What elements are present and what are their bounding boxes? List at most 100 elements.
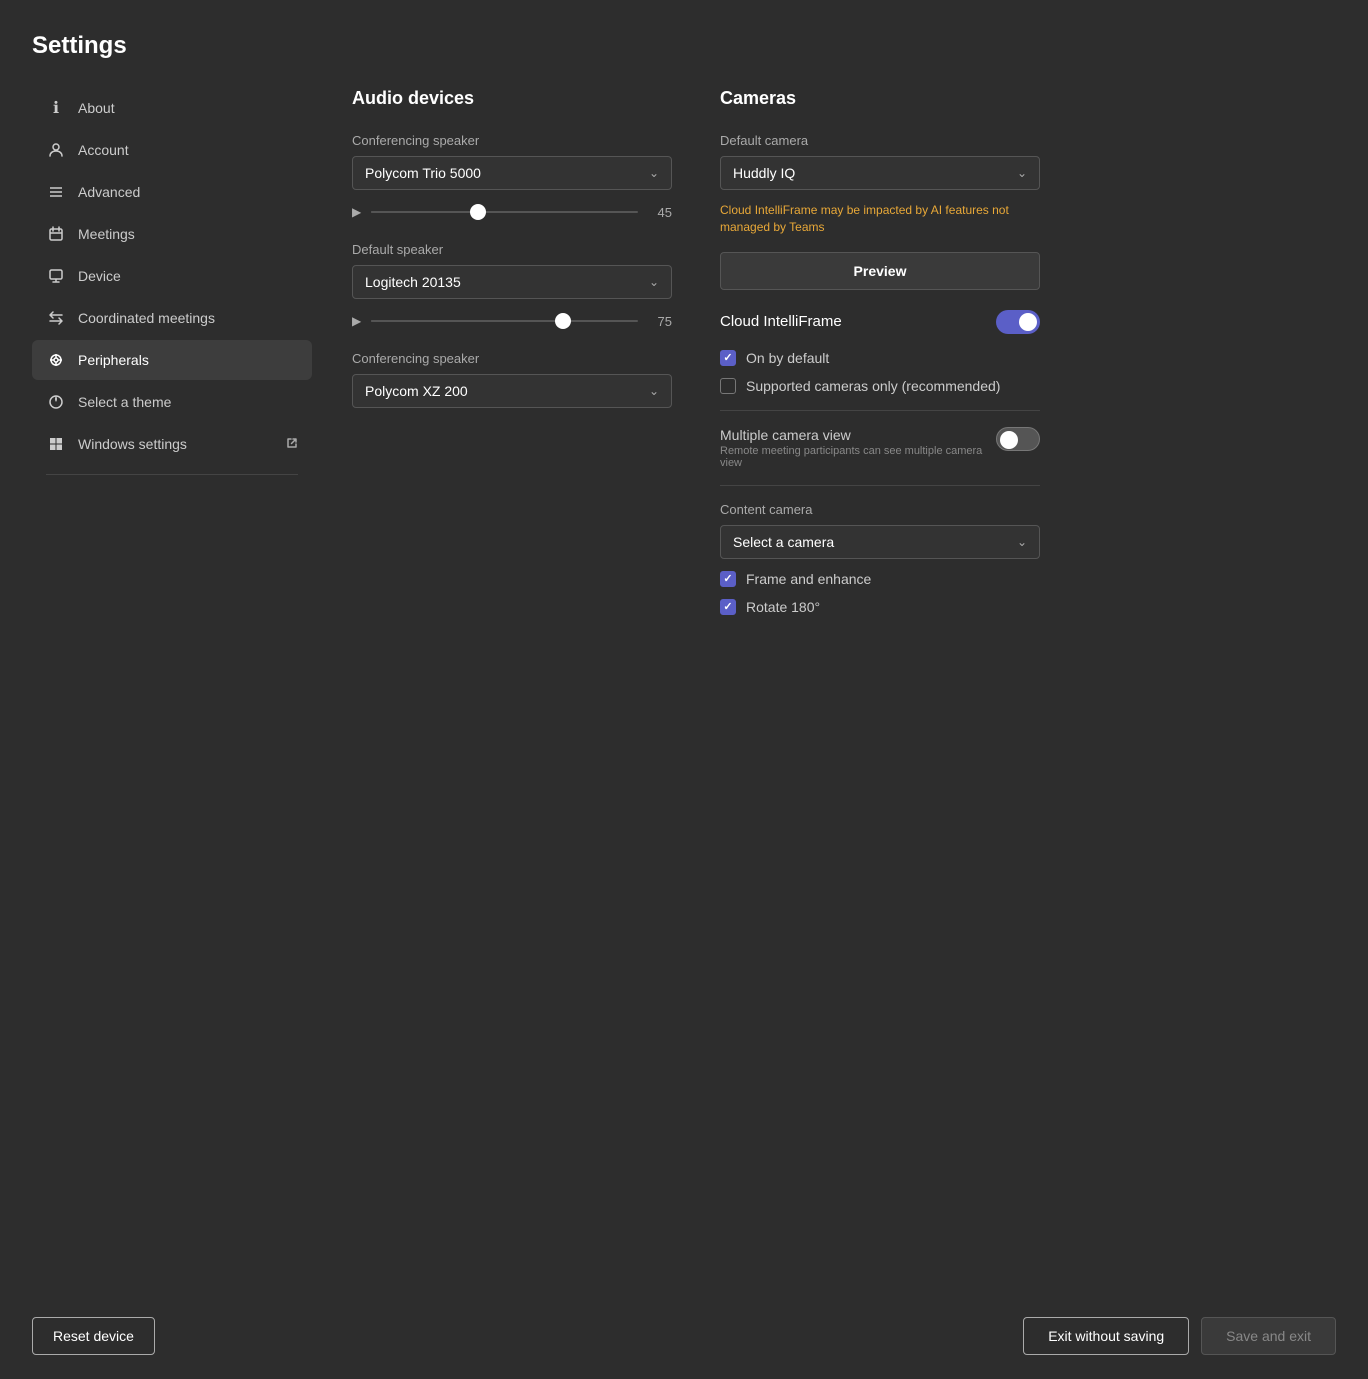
volume-slider-1[interactable]: [371, 202, 638, 222]
on-by-default-label: On by default: [746, 350, 829, 366]
select-camera-placeholder: Select a camera: [733, 534, 834, 550]
multiple-camera-title: Multiple camera view: [720, 427, 984, 443]
check-icon-1: ✓: [723, 351, 732, 364]
slider-fill-2: [371, 320, 563, 322]
volume-value-2: 75: [648, 314, 672, 329]
play-icon-1[interactable]: ▶: [352, 205, 361, 219]
volume-slider-2[interactable]: [371, 311, 638, 331]
multiple-camera-subtitle: Remote meeting participants can see mult…: [720, 445, 984, 469]
bottom-bar: Reset device Exit without saving Save an…: [0, 1293, 1368, 1379]
frame-enhance-checkbox[interactable]: ✓: [720, 571, 736, 587]
sidebar-item-coordinated-label: Coordinated meetings: [78, 310, 215, 326]
default-camera-label: Default camera: [720, 133, 1040, 148]
sidebar-item-peripherals[interactable]: Peripherals: [32, 340, 312, 380]
multiple-camera-toggle-thumb: [1000, 431, 1018, 449]
sidebar-item-coordinated[interactable]: Coordinated meetings: [32, 298, 312, 338]
content-spacer: [32, 960, 1336, 1293]
save-and-exit-button[interactable]: Save and exit: [1201, 1317, 1336, 1355]
sidebar-item-account-label: Account: [78, 142, 129, 158]
default-speaker-dropdown[interactable]: Logitech 20135 ⌄: [352, 265, 672, 299]
rotate-label: Rotate 180°: [746, 599, 820, 615]
peripherals-icon: [46, 350, 66, 370]
audio-section: Audio devices Conferencing speaker Polyc…: [352, 88, 672, 960]
volume-slider-1-row: ▶ 45: [352, 202, 672, 222]
sidebar-item-account[interactable]: Account: [32, 130, 312, 170]
check-icon-2: ✓: [723, 572, 732, 585]
rotate-row: ✓ Rotate 180°: [720, 599, 1040, 615]
multiple-camera-text: Multiple camera view Remote meeting part…: [720, 427, 984, 469]
sidebar-item-windows-label: Windows settings: [78, 436, 187, 452]
sidebar-item-about-label: About: [78, 100, 115, 116]
default-camera-value: Huddly IQ: [733, 165, 795, 181]
volume-value-1: 45: [648, 205, 672, 220]
info-icon: ℹ: [46, 98, 66, 118]
reset-device-button[interactable]: Reset device: [32, 1317, 155, 1355]
right-buttons: Exit without saving Save and exit: [1023, 1317, 1336, 1355]
sidebar-item-meetings-label: Meetings: [78, 226, 135, 242]
theme-icon: [46, 392, 66, 412]
meetings-icon: [46, 224, 66, 244]
intelliframe-toggle-row: Cloud IntelliFrame: [720, 310, 1040, 334]
main-content: ℹ About Account Advanced Meetings: [32, 88, 1336, 960]
sidebar-item-peripherals-label: Peripherals: [78, 352, 149, 368]
microphone-value: Polycom XZ 200: [365, 383, 468, 399]
dropdown-arrow-2: ⌄: [649, 275, 659, 289]
cameras-section-title: Cameras: [720, 88, 1040, 109]
exit-without-saving-button[interactable]: Exit without saving: [1023, 1317, 1189, 1355]
sidebar-divider: [46, 474, 298, 475]
dropdown-arrow-1: ⌄: [649, 166, 659, 180]
sidebar-item-theme-label: Select a theme: [78, 394, 171, 410]
sidebar-item-theme[interactable]: Select a theme: [32, 382, 312, 422]
camera-divider: [720, 410, 1040, 411]
camera-section: Cameras Default camera Huddly IQ ⌄ Cloud…: [720, 88, 1040, 960]
account-icon: [46, 140, 66, 160]
rotate-checkbox[interactable]: ✓: [720, 599, 736, 615]
slider-thumb-2[interactable]: [555, 313, 571, 329]
preview-button[interactable]: Preview: [720, 252, 1040, 290]
intelliframe-toggle[interactable]: [996, 310, 1040, 334]
frame-enhance-label: Frame and enhance: [746, 571, 871, 587]
external-link-icon: [286, 437, 298, 452]
content-camera-label: Content camera: [720, 502, 1040, 517]
slider-track-2: [371, 320, 638, 322]
volume-slider-2-row: ▶ 75: [352, 311, 672, 331]
conferencing-speaker-dropdown[interactable]: Polycom Trio 5000 ⌄: [352, 156, 672, 190]
dropdown-arrow-3: ⌄: [649, 384, 659, 398]
sidebar-item-meetings[interactable]: Meetings: [32, 214, 312, 254]
page-title: Settings: [32, 32, 1336, 60]
slider-fill-1: [371, 211, 478, 213]
coordinated-icon: [46, 308, 66, 328]
sidebar-item-windows[interactable]: Windows settings: [32, 424, 312, 464]
multiple-camera-toggle[interactable]: [996, 427, 1040, 451]
microphone-dropdown[interactable]: Polycom XZ 200 ⌄: [352, 374, 672, 408]
multiple-camera-row: Multiple camera view Remote meeting part…: [720, 427, 1040, 469]
supported-cameras-row: Supported cameras only (recommended): [720, 378, 1040, 394]
frame-enhance-row: ✓ Frame and enhance: [720, 571, 1040, 587]
intelliframe-toggle-thumb: [1019, 313, 1037, 331]
sidebar-item-device[interactable]: Device: [32, 256, 312, 296]
play-icon-2[interactable]: ▶: [352, 314, 361, 328]
default-speaker-value: Logitech 20135: [365, 274, 461, 290]
conferencing-speaker-value: Polycom Trio 5000: [365, 165, 481, 181]
on-by-default-row: ✓ On by default: [720, 350, 1040, 366]
sidebar-item-advanced[interactable]: Advanced: [32, 172, 312, 212]
default-camera-dropdown[interactable]: Huddly IQ ⌄: [720, 156, 1040, 190]
sidebar: ℹ About Account Advanced Meetings: [32, 88, 312, 960]
default-speaker-label: Default speaker: [352, 242, 672, 257]
content-camera-dropdown[interactable]: Select a camera ⌄: [720, 525, 1040, 559]
supported-cameras-label: Supported cameras only (recommended): [746, 378, 1000, 394]
slider-thumb-1[interactable]: [470, 204, 486, 220]
conferencing-speaker-label: Conferencing speaker: [352, 133, 672, 148]
content-area: Audio devices Conferencing speaker Polyc…: [312, 88, 1336, 960]
intelliframe-label: Cloud IntelliFrame: [720, 313, 842, 330]
sidebar-item-about[interactable]: ℹ About: [32, 88, 312, 128]
dropdown-arrow-5: ⌄: [1017, 535, 1027, 549]
advanced-icon: [46, 182, 66, 202]
slider-track-1: [371, 211, 638, 213]
sidebar-item-advanced-label: Advanced: [78, 184, 140, 200]
on-by-default-checkbox[interactable]: ✓: [720, 350, 736, 366]
device-icon: [46, 266, 66, 286]
supported-cameras-checkbox[interactable]: [720, 378, 736, 394]
check-icon-3: ✓: [723, 600, 732, 613]
microphone-label: Conferencing speaker: [352, 351, 672, 366]
